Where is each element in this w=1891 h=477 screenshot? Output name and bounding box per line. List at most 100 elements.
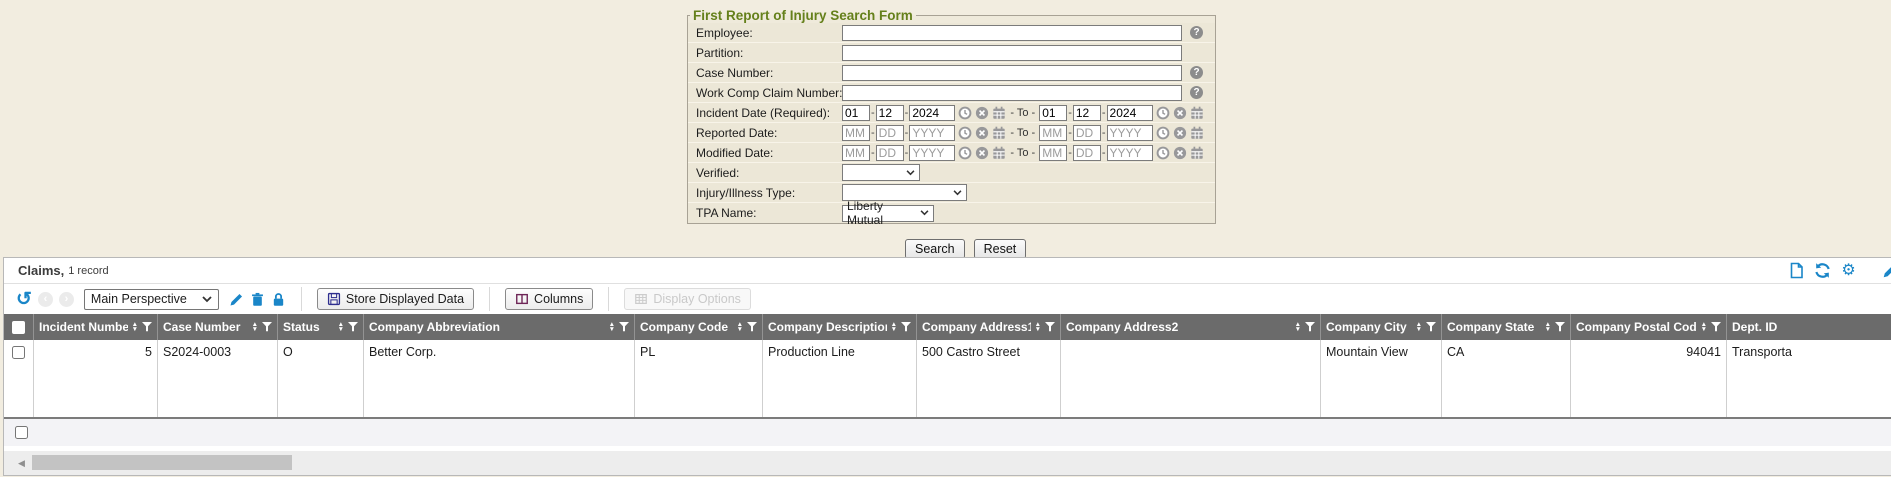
employee-input[interactable]: [842, 25, 1182, 41]
horizontal-scrollbar[interactable]: ◀: [4, 451, 1891, 475]
reported-to-month-input[interactable]: [1039, 125, 1067, 141]
sort-icon[interactable]: ▲▼: [1701, 322, 1707, 332]
modified-to-day-input[interactable]: [1073, 145, 1101, 161]
sort-icon[interactable]: ▲▼: [891, 322, 897, 332]
column-header-company-description[interactable]: Company Description ▲▼: [763, 314, 917, 340]
incident-to-year-input[interactable]: [1107, 105, 1153, 121]
incident-from-month-input[interactable]: [842, 105, 870, 121]
lock-perspective-icon[interactable]: [271, 292, 286, 307]
footer-checkbox[interactable]: [15, 426, 28, 439]
sort-icon[interactable]: ▲▼: [338, 322, 344, 332]
sort-icon[interactable]: ▲▼: [737, 322, 743, 332]
table-row[interactable]: 5 S2024-0003 O Better Corp. PL Productio…: [4, 340, 1891, 417]
filter-icon[interactable]: [262, 322, 272, 332]
edit-perspective-icon[interactable]: [229, 292, 244, 307]
filter-icon[interactable]: [1045, 322, 1055, 332]
help-icon[interactable]: ?: [1190, 66, 1203, 79]
perspective-select[interactable]: Main Perspective: [84, 289, 219, 310]
calendar-icon[interactable]: [1190, 126, 1204, 140]
calendar-icon[interactable]: [1190, 106, 1204, 120]
time-icon[interactable]: [1156, 106, 1170, 120]
column-header-company-address2[interactable]: Company Address2 ▲▼: [1061, 314, 1321, 340]
edit-icon[interactable]: [1882, 262, 1891, 279]
case-number-input[interactable]: [842, 65, 1182, 81]
column-header-company-address1[interactable]: Company Address1 ▲▼: [917, 314, 1061, 340]
help-icon[interactable]: ?: [1190, 86, 1203, 99]
time-icon[interactable]: [1156, 146, 1170, 160]
row-checkbox[interactable]: [12, 346, 25, 359]
clear-date-icon[interactable]: [975, 146, 989, 160]
column-header-status[interactable]: Status ▲▼: [278, 314, 364, 340]
column-header-case-number[interactable]: Case Number ▲▼: [158, 314, 278, 340]
search-button[interactable]: Search: [905, 239, 965, 259]
filter-icon[interactable]: [901, 322, 911, 332]
column-header-company-state[interactable]: Company State ▲▼: [1442, 314, 1571, 340]
modified-to-month-input[interactable]: [1039, 145, 1067, 161]
time-icon[interactable]: [958, 126, 972, 140]
filter-icon[interactable]: [1711, 322, 1721, 332]
sort-icon[interactable]: ▲▼: [1295, 322, 1301, 332]
work-comp-input[interactable]: [842, 85, 1182, 101]
filter-icon[interactable]: [348, 322, 358, 332]
reported-to-year-input[interactable]: [1107, 125, 1153, 141]
store-displayed-data-button[interactable]: Store Displayed Data: [317, 288, 474, 310]
sort-icon[interactable]: ▲▼: [1416, 322, 1422, 332]
column-header-company-abbreviation[interactable]: Company Abbreviation ▲▼: [364, 314, 635, 340]
modified-from-year-input[interactable]: [909, 145, 955, 161]
filter-icon[interactable]: [747, 322, 757, 332]
incident-from-day-input[interactable]: [876, 105, 904, 121]
delete-perspective-icon[interactable]: [250, 292, 265, 307]
reported-to-day-input[interactable]: [1073, 125, 1101, 141]
clear-date-icon[interactable]: [1173, 106, 1187, 120]
incident-to-month-input[interactable]: [1039, 105, 1067, 121]
sort-icon[interactable]: ▲▼: [1035, 322, 1041, 332]
filter-icon[interactable]: [1305, 322, 1315, 332]
column-header-incident-number[interactable]: Incident Number ▲▼: [34, 314, 158, 340]
columns-button[interactable]: Columns: [505, 288, 593, 310]
reported-date-label: Reported Date:: [696, 126, 842, 140]
filter-icon[interactable]: [1555, 322, 1565, 332]
undo-icon[interactable]: ↺: [16, 290, 32, 309]
column-header-dept-id[interactable]: Dept. ID ▲▼: [1727, 314, 1891, 340]
sort-icon[interactable]: ▲▼: [1545, 322, 1551, 332]
filter-icon[interactable]: [142, 322, 152, 332]
clear-date-icon[interactable]: [975, 126, 989, 140]
sort-icon[interactable]: ▲▼: [132, 322, 138, 332]
tpa-name-select[interactable]: Liberty Mutual: [842, 205, 934, 222]
calendar-icon[interactable]: [1190, 146, 1204, 160]
incident-to-day-input[interactable]: [1073, 105, 1101, 121]
filter-icon[interactable]: [1426, 322, 1436, 332]
refresh-icon[interactable]: [1814, 262, 1831, 279]
clear-date-icon[interactable]: [975, 106, 989, 120]
time-icon[interactable]: [958, 146, 972, 160]
clear-date-icon[interactable]: [1173, 146, 1187, 160]
modified-from-day-input[interactable]: [876, 145, 904, 161]
gear-icon[interactable]: ⚙: [1840, 262, 1857, 279]
calendar-icon[interactable]: [992, 106, 1006, 120]
partition-input[interactable]: [842, 45, 1182, 61]
clear-date-icon[interactable]: [1173, 126, 1187, 140]
calendar-icon[interactable]: [992, 126, 1006, 140]
scrollbar-thumb[interactable]: [32, 455, 292, 470]
modified-to-year-input[interactable]: [1107, 145, 1153, 161]
verified-select[interactable]: [842, 164, 920, 181]
column-header-company-city[interactable]: Company City ▲▼: [1321, 314, 1442, 340]
reported-from-day-input[interactable]: [876, 125, 904, 141]
sort-icon[interactable]: ▲▼: [252, 322, 258, 332]
sort-icon[interactable]: ▲▼: [609, 322, 615, 332]
calendar-icon[interactable]: [992, 146, 1006, 160]
reset-button[interactable]: Reset: [974, 239, 1027, 259]
column-header-company-postal-code[interactable]: Company Postal Code ▲▼: [1571, 314, 1727, 340]
incident-from-year-input[interactable]: [909, 105, 955, 121]
select-all-checkbox[interactable]: [12, 321, 25, 334]
time-icon[interactable]: [958, 106, 972, 120]
help-icon[interactable]: ?: [1190, 26, 1203, 39]
scroll-left-icon[interactable]: ◀: [18, 458, 25, 469]
reported-from-month-input[interactable]: [842, 125, 870, 141]
new-document-icon[interactable]: [1788, 262, 1805, 279]
reported-from-year-input[interactable]: [909, 125, 955, 141]
modified-from-month-input[interactable]: [842, 145, 870, 161]
filter-icon[interactable]: [619, 322, 629, 332]
column-header-company-code[interactable]: Company Code ▲▼: [635, 314, 763, 340]
time-icon[interactable]: [1156, 126, 1170, 140]
